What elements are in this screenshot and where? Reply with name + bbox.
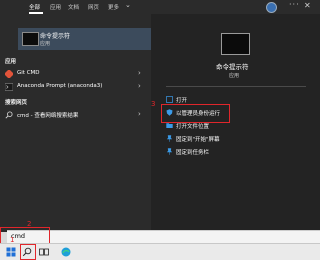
pin-icon	[166, 135, 173, 142]
chevron-down-icon[interactable]: ⌄	[125, 1, 131, 9]
folder-icon	[166, 123, 173, 128]
app-item-label: Git CMD	[17, 70, 40, 76]
terminal-icon	[5, 83, 13, 91]
web-search-item[interactable]: cmd - 查看网络搜索结果 ›	[0, 109, 151, 121]
command-prompt-icon	[22, 32, 39, 46]
tab-apps[interactable]: 应用	[50, 3, 61, 11]
best-match-title: 命令提示符	[40, 33, 71, 40]
git-icon	[5, 70, 13, 78]
avatar[interactable]	[266, 2, 277, 13]
task-view-icon[interactable]	[39, 247, 49, 257]
app-item-anaconda-prompt[interactable]: Anaconda Prompt (anaconda3) ›	[0, 81, 151, 93]
action-pin-to-start[interactable]: 固定到"开始"屏幕	[166, 133, 306, 145]
windows-start-icon[interactable]	[6, 247, 16, 257]
tab-all[interactable]: 全部	[29, 3, 40, 11]
filter-tabs: 全部 应用 文档 网页 更多 ⌄ ··· ✕	[0, 0, 320, 14]
action-label: 固定到"开始"屏幕	[176, 137, 220, 143]
open-icon	[166, 96, 173, 103]
chevron-right-icon[interactable]: ›	[138, 82, 141, 90]
detail-title: 命令提示符	[216, 63, 249, 71]
annotation-1: 1	[10, 236, 15, 244]
close-icon[interactable]: ✕	[304, 1, 311, 10]
app-item-label: Anaconda Prompt (anaconda3)	[17, 83, 103, 89]
run-as-admin-highlight	[161, 104, 230, 123]
tab-more[interactable]: 更多	[108, 3, 119, 11]
taskbar-search-highlight	[20, 244, 36, 260]
action-label: 固定到任务栏	[176, 150, 210, 156]
annotation-3: 3	[151, 100, 156, 108]
action-label: 打开文件位置	[176, 124, 210, 130]
best-match-item[interactable]: 命令提示符 应用	[18, 28, 151, 50]
section-web-heading: 搜索网页	[5, 100, 28, 106]
start-search-panel: 全部 应用 文档 网页 更多 ⌄ ··· ✕ 命令提示符 应用 应用 Git C…	[0, 0, 320, 232]
chevron-right-icon[interactable]: ›	[138, 69, 141, 77]
detail-subtitle: 应用	[229, 73, 240, 79]
divider	[166, 86, 306, 87]
more-options-icon[interactable]: ···	[289, 0, 300, 9]
taskbar	[0, 243, 320, 260]
web-search-label: cmd - 查看网络搜索结果	[17, 113, 79, 119]
tab-documents[interactable]: 文档	[68, 3, 79, 11]
app-item-git-cmd[interactable]: Git CMD ›	[0, 68, 151, 80]
action-label: 打开	[176, 98, 188, 104]
edge-browser-icon[interactable]	[61, 247, 71, 257]
tab-web[interactable]: 网页	[88, 3, 99, 11]
search-icon	[5, 111, 13, 119]
chevron-right-icon[interactable]: ›	[138, 110, 141, 118]
action-pin-to-taskbar[interactable]: 固定到任务栏	[166, 146, 306, 158]
section-apps-heading: 应用	[5, 59, 17, 65]
active-tab-indicator	[29, 12, 43, 14]
best-match-subtitle: 应用	[40, 41, 51, 47]
search-box[interactable]	[7, 230, 320, 243]
pin-icon	[166, 148, 173, 155]
command-prompt-large-icon	[221, 33, 250, 55]
